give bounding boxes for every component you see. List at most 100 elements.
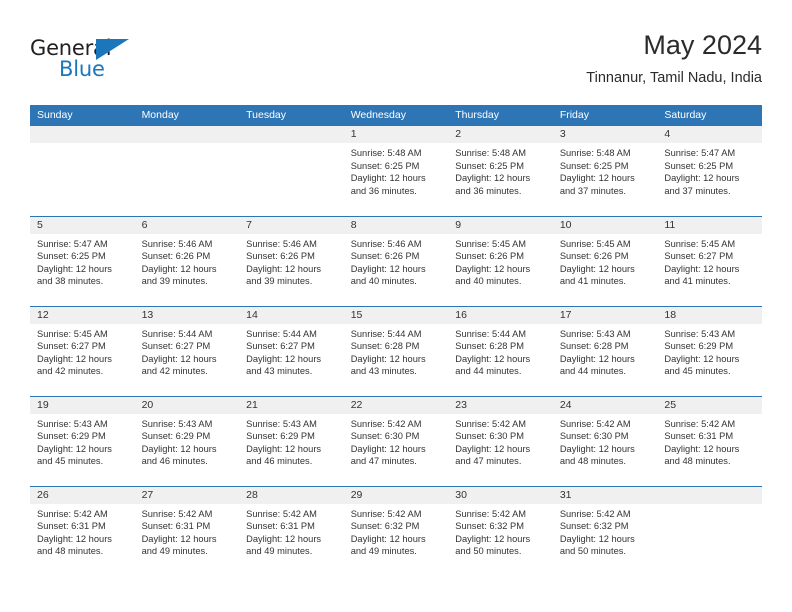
calendar-day-cell[interactable]: 18 Sunrise: 5:43 AM Sunset: 6:29 PM Dayligh… bbox=[657, 305, 762, 396]
day-number: 18 bbox=[657, 306, 762, 324]
day-number: 16 bbox=[448, 306, 553, 324]
calendar-day-cell[interactable]: 15 Sunrise: 5:44 AM Sunset: 6:28 PM Dayligh… bbox=[343, 305, 449, 396]
sunrise-time: Sunrise: 5:45 AM bbox=[559, 238, 631, 249]
calendar-day-cell[interactable]: 11 Sunrise: 5:45 AM Sunset: 6:27 PM Dayligh… bbox=[657, 215, 762, 306]
sunset-time: Sunset: 6:31 PM bbox=[246, 521, 315, 532]
day-sun-info: Sunrise: 5:46 AM Sunset: 6:26 PM Daylight:… bbox=[135, 234, 240, 288]
calendar-day-cell[interactable]: 5 Sunrise: 5:47 AM Sunset: 6:25 PM Daylight… bbox=[30, 215, 135, 306]
calendar-day-cell[interactable]: 10 Sunrise: 5:45 AM Sunset: 6:26 PM Dayligh… bbox=[552, 215, 658, 306]
day-number: 3 bbox=[552, 126, 658, 143]
calendar-day-cell[interactable]: 29 Sunrise: 5:42 AM Sunset: 6:32 PM Dayligh… bbox=[343, 485, 449, 576]
calendar-day-cell[interactable]: 3 Sunrise: 5:48 AM Sunset: 6:25 PM Daylight… bbox=[552, 126, 658, 216]
calendar-day-cell[interactable]: 14 Sunrise: 5:44 AM Sunset: 6:27 PM Dayligh… bbox=[239, 305, 344, 396]
daylight-duration-line2: and 50 minutes. bbox=[559, 546, 626, 557]
calendar-day-cell[interactable]: 20 Sunrise: 5:43 AM Sunset: 6:29 PM Dayligh… bbox=[134, 395, 240, 486]
daylight-duration-line1: Daylight: 12 hours bbox=[559, 443, 635, 454]
sunset-time: Sunset: 6:31 PM bbox=[664, 431, 734, 442]
sunrise-time: Sunrise: 5:45 AM bbox=[664, 238, 736, 249]
general-blue-logo[interactable]: General Blue bbox=[30, 36, 160, 86]
calendar-day-cell[interactable]: 9 Sunrise: 5:45 AM Sunset: 6:26 PM Daylight… bbox=[448, 215, 553, 306]
calendar-header-row: Sunday Monday Tuesday Wednesday Thursday Frid… bbox=[30, 105, 762, 126]
calendar-day-cell[interactable]: 23 Sunrise: 5:42 AM Sunset: 6:30 PM Dayligh… bbox=[448, 395, 553, 486]
calendar-day-cell[interactable]: 7 Sunrise: 5:46 AM Sunset: 6:26 PM Daylight… bbox=[239, 215, 344, 306]
day-sun-info: Sunrise: 5:43 AM Sunset: 6:28 PM Daylight:… bbox=[553, 324, 658, 378]
daylight-duration-line1: Daylight: 12 hours bbox=[246, 533, 322, 544]
sunrise-time: Sunrise: 5:42 AM bbox=[350, 508, 422, 519]
logo-text-blue: Blue bbox=[59, 57, 105, 81]
sunset-time: Sunset: 6:29 PM bbox=[664, 341, 734, 352]
day-number: 13 bbox=[134, 306, 240, 324]
calendar-day-cell[interactable]: 27 Sunrise: 5:42 AM Sunset: 6:31 PM Dayligh… bbox=[134, 485, 240, 576]
day-sun-info: Sunrise: 5:44 AM Sunset: 6:28 PM Daylight:… bbox=[344, 324, 449, 378]
daylight-duration-line2: and 48 minutes. bbox=[37, 546, 104, 557]
day-sun-info: Sunrise: 5:44 AM Sunset: 6:27 PM Daylight:… bbox=[135, 324, 240, 378]
sunset-time: Sunset: 6:26 PM bbox=[246, 251, 315, 262]
sunset-time: Sunset: 6:32 PM bbox=[559, 521, 629, 532]
day-sun-info: Sunrise: 5:45 AM Sunset: 6:27 PM Daylight:… bbox=[30, 324, 135, 378]
day-number: 24 bbox=[552, 396, 658, 414]
calendar-day-cell[interactable]: 13 Sunrise: 5:44 AM Sunset: 6:27 PM Dayligh… bbox=[134, 305, 240, 396]
daylight-duration-line2: and 42 minutes. bbox=[37, 366, 104, 377]
daylight-duration-line2: and 37 minutes. bbox=[559, 185, 626, 196]
day-sun-info: Sunrise: 5:42 AM Sunset: 6:32 PM Daylight:… bbox=[448, 504, 553, 558]
day-number: 11 bbox=[657, 216, 762, 234]
daylight-duration-line2: and 45 minutes. bbox=[37, 456, 104, 467]
day-number bbox=[134, 126, 240, 143]
day-sun-info: Sunrise: 5:42 AM Sunset: 6:32 PM Daylight:… bbox=[553, 504, 658, 558]
calendar-day-cell[interactable]: 1 Sunrise: 5:48 AM Sunset: 6:25 PM Daylight… bbox=[343, 126, 449, 216]
daylight-duration-line1: Daylight: 12 hours bbox=[559, 353, 635, 364]
sunset-time: Sunset: 6:29 PM bbox=[141, 431, 211, 442]
daylight-duration-line2: and 48 minutes. bbox=[664, 456, 731, 467]
day-sun-info: Sunrise: 5:42 AM Sunset: 6:31 PM Daylight:… bbox=[239, 504, 344, 558]
sunrise-time: Sunrise: 5:47 AM bbox=[664, 148, 736, 158]
sunrise-time: Sunrise: 5:43 AM bbox=[559, 328, 631, 339]
day-sun-info: Sunrise: 5:48 AM Sunset: 6:25 PM Daylight:… bbox=[553, 143, 658, 197]
calendar-day-cell[interactable]: 25 Sunrise: 5:42 AM Sunset: 6:31 PM Dayligh… bbox=[657, 395, 762, 486]
sunrise-time: Sunrise: 5:42 AM bbox=[141, 508, 213, 519]
day-sun-info: Sunrise: 5:46 AM Sunset: 6:26 PM Daylight:… bbox=[344, 234, 449, 288]
sunrise-time: Sunrise: 5:44 AM bbox=[141, 328, 213, 339]
sunset-time: Sunset: 6:29 PM bbox=[37, 431, 106, 442]
calendar-day-cell[interactable]: 31 Sunrise: 5:42 AM Sunset: 6:32 PM Dayligh… bbox=[552, 485, 658, 576]
day-number: 25 bbox=[657, 396, 762, 414]
calendar-week-row: 5 Sunrise: 5:47 AM Sunset: 6:25 PM Daylight… bbox=[30, 215, 762, 306]
day-number bbox=[30, 126, 135, 143]
calendar-day-cell[interactable]: 4 Sunrise: 5:47 AM Sunset: 6:25 PM Daylight… bbox=[657, 126, 762, 216]
daylight-duration-line2: and 44 minutes. bbox=[455, 366, 522, 377]
calendar-day-cell[interactable]: 12 Sunrise: 5:45 AM Sunset: 6:27 PM Dayligh… bbox=[30, 305, 135, 396]
calendar-day-cell[interactable]: 28 Sunrise: 5:42 AM Sunset: 6:31 PM Dayligh… bbox=[239, 485, 344, 576]
calendar-day-cell[interactable]: 16 Sunrise: 5:44 AM Sunset: 6:28 PM Dayligh… bbox=[448, 305, 553, 396]
day-sun-info: Sunrise: 5:42 AM Sunset: 6:32 PM Daylight:… bbox=[344, 504, 449, 558]
calendar-day-cell[interactable]: 6 Sunrise: 5:46 AM Sunset: 6:26 PM Daylight… bbox=[134, 215, 240, 306]
day-number: 14 bbox=[239, 306, 344, 324]
day-sun-info: Sunrise: 5:47 AM Sunset: 6:25 PM Daylight:… bbox=[657, 143, 762, 197]
calendar-day-cell[interactable]: 24 Sunrise: 5:42 AM Sunset: 6:30 PM Dayligh… bbox=[552, 395, 658, 486]
calendar-day-cell[interactable]: 30 Sunrise: 5:42 AM Sunset: 6:32 PM Dayligh… bbox=[448, 485, 553, 576]
daylight-duration-line1: Daylight: 12 hours bbox=[350, 443, 426, 454]
sunrise-time: Sunrise: 5:42 AM bbox=[246, 508, 317, 519]
sunrise-time: Sunrise: 5:42 AM bbox=[455, 508, 527, 519]
sunset-time: Sunset: 6:25 PM bbox=[37, 251, 106, 262]
sunset-time: Sunset: 6:32 PM bbox=[350, 521, 420, 532]
sunrise-time: Sunrise: 5:43 AM bbox=[246, 418, 317, 429]
calendar-day-cell[interactable]: 19 Sunrise: 5:43 AM Sunset: 6:29 PM Dayligh… bbox=[30, 395, 135, 486]
daylight-duration-line1: Daylight: 12 hours bbox=[141, 353, 217, 364]
calendar-day-cell[interactable]: 17 Sunrise: 5:43 AM Sunset: 6:28 PM Dayligh… bbox=[552, 305, 658, 396]
calendar-day-cell[interactable]: 2 Sunrise: 5:48 AM Sunset: 6:25 PM Daylight… bbox=[448, 126, 553, 216]
daylight-duration-line2: and 43 minutes. bbox=[350, 366, 417, 377]
daylight-duration-line2: and 49 minutes. bbox=[246, 546, 313, 557]
day-number bbox=[657, 486, 762, 504]
calendar-day-cell[interactable]: 8 Sunrise: 5:46 AM Sunset: 6:26 PM Daylight… bbox=[343, 215, 449, 306]
daylight-duration-line2: and 40 minutes. bbox=[455, 276, 522, 287]
calendar-day-cell[interactable]: 26 Sunrise: 5:42 AM Sunset: 6:31 PM Dayligh… bbox=[30, 485, 135, 576]
sunrise-time: Sunrise: 5:46 AM bbox=[141, 238, 213, 249]
calendar-day-cell[interactable]: 22 Sunrise: 5:42 AM Sunset: 6:30 PM Dayligh… bbox=[343, 395, 449, 486]
daylight-duration-line2: and 37 minutes. bbox=[664, 185, 731, 196]
day-sun-info: Sunrise: 5:46 AM Sunset: 6:26 PM Daylight:… bbox=[239, 234, 344, 288]
daylight-duration-line2: and 48 minutes. bbox=[559, 456, 626, 467]
day-sun-info: Sunrise: 5:43 AM Sunset: 6:29 PM Daylight:… bbox=[135, 414, 240, 468]
calendar-day-cell[interactable]: 21 Sunrise: 5:43 AM Sunset: 6:29 PM Dayligh… bbox=[239, 395, 344, 486]
sunrise-time: Sunrise: 5:45 AM bbox=[37, 328, 108, 339]
daylight-duration-line2: and 45 minutes. bbox=[664, 366, 731, 377]
day-number: 23 bbox=[448, 396, 553, 414]
